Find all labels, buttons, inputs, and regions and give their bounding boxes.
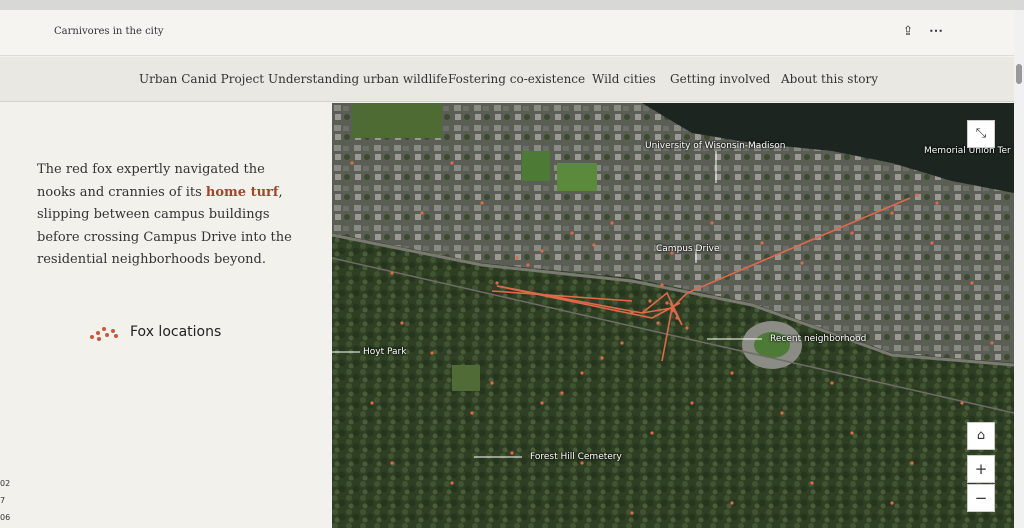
home-turf-link[interactable]: home turf bbox=[206, 185, 279, 200]
page-scrollbar[interactable] bbox=[1014, 10, 1024, 528]
map-label-recent-neighborhood: Recent neighborhood bbox=[770, 334, 867, 344]
nav-item-about-this-story[interactable]: About this story bbox=[781, 72, 878, 86]
browser-top-strip bbox=[0, 0, 1024, 10]
story-navigation: Urban Canid Project Understanding urban … bbox=[0, 57, 1014, 102]
edge-number: 02 bbox=[0, 479, 11, 488]
map-label-forest-hill-cemetery: Forest Hill Cemetery bbox=[530, 452, 622, 462]
narrative-panel: The red fox expertly navigated the nooks… bbox=[0, 103, 332, 528]
satellite-map[interactable]: University of Wisonsin-Madison Memorial … bbox=[332, 103, 1014, 528]
more-options-icon[interactable]: ⋯ bbox=[926, 24, 946, 40]
map-home-button[interactable]: ⌂ bbox=[967, 422, 995, 450]
nav-item-urban-canid-project[interactable]: Urban Canid Project bbox=[139, 72, 264, 86]
scrollbar-thumb[interactable] bbox=[1016, 64, 1022, 84]
legend-label: Fox locations bbox=[130, 324, 222, 340]
map-label-campus-drive: Campus Drive bbox=[656, 244, 720, 254]
nav-item-fostering-co-existence[interactable]: Fostering co-existence bbox=[448, 72, 585, 86]
narrative-text: The red fox expertly navigated the nooks… bbox=[37, 159, 297, 272]
nav-item-wild-cities[interactable]: Wild cities bbox=[592, 72, 656, 86]
map-label-university: University of Wisonsin-Madison bbox=[645, 141, 786, 151]
map-imagery bbox=[332, 103, 1014, 528]
expand-map-button[interactable]: ⤡ bbox=[967, 120, 995, 148]
zoom-in-button[interactable]: + bbox=[967, 455, 995, 483]
fox-dots-icon bbox=[90, 327, 118, 341]
nav-item-understanding-urban-wildlife[interactable]: Understanding urban wildlife bbox=[268, 72, 448, 86]
edge-number: 7 bbox=[0, 496, 6, 505]
nav-item-getting-involved[interactable]: Getting involved bbox=[670, 72, 770, 86]
share-icon[interactable]: ⇪ bbox=[900, 24, 916, 40]
zoom-out-button[interactable]: − bbox=[967, 484, 995, 512]
story-header: Carnivores in the city ⇪ ⋯ bbox=[0, 10, 1014, 56]
expand-icon: ⤡ bbox=[975, 126, 987, 141]
map-label-hoyt-park: Hoyt Park bbox=[363, 347, 407, 357]
edge-number: 06 bbox=[0, 513, 11, 522]
home-icon: ⌂ bbox=[976, 428, 986, 443]
story-title: Carnivores in the city bbox=[54, 26, 164, 37]
